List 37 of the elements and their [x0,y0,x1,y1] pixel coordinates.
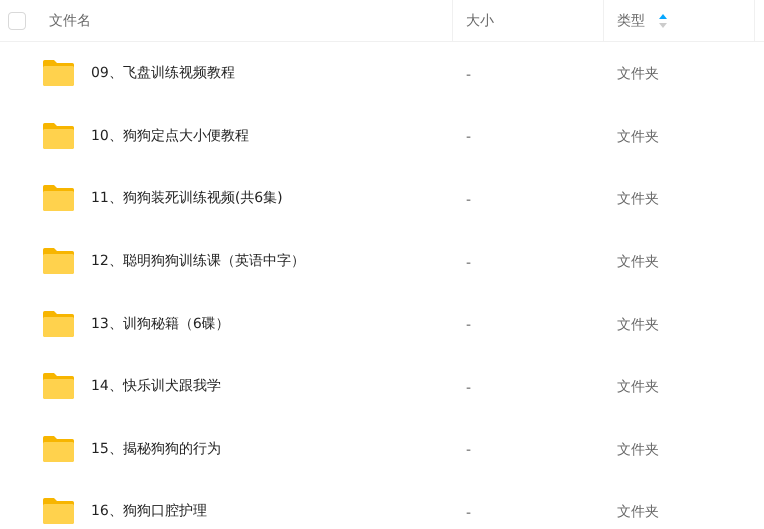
folder-icon [43,310,74,337]
file-name[interactable]: 13、训狗秘籍（6碟） [91,314,230,333]
folder-icon [43,60,74,86]
file-size: - [466,504,472,521]
sort-icon[interactable] [659,14,667,28]
file-name[interactable]: 14、快乐训犬跟我学 [91,377,221,396]
file-type: 文件夹 [617,254,659,270]
file-type: 文件夹 [617,442,659,458]
select-all-checkbox[interactable] [8,12,26,30]
file-type: 文件夹 [617,379,659,396]
file-name[interactable]: 10、狗狗定点大小便教程 [91,126,249,145]
column-header: 文件名 [49,12,91,30]
folder-icon [43,498,74,524]
folder-icon [43,436,74,462]
file-size: - [466,129,472,146]
column-header[interactable]: 类型 [617,12,645,30]
folder-icon [43,373,74,400]
file-size: - [466,66,472,83]
file-size: - [466,192,472,208]
file-name[interactable]: 15、揭秘狗狗的行为 [91,440,221,458]
file-name[interactable]: 11、狗狗装死训练视频(共6集) [91,189,283,208]
file-name[interactable]: 12、聪明狗狗训练课（英语中字） [91,252,305,270]
file-name[interactable]: 09、飞盘训练视频教程 [91,64,235,82]
file-type: 文件夹 [617,66,659,82]
file-type: 文件夹 [617,128,659,145]
folder-icon [43,185,74,212]
file-size: - [466,380,472,396]
folder-icon [43,248,74,274]
file-type: 文件夹 [617,191,659,208]
column-header: 大小 [466,12,494,30]
folder-icon [43,122,74,149]
file-size: - [466,254,472,271]
file-type: 文件夹 [617,316,659,333]
file-size: - [466,317,472,334]
file-name[interactable]: 16、狗狗口腔护理 [91,502,207,520]
file-type: 文件夹 [617,504,659,520]
file-size: - [466,442,472,458]
